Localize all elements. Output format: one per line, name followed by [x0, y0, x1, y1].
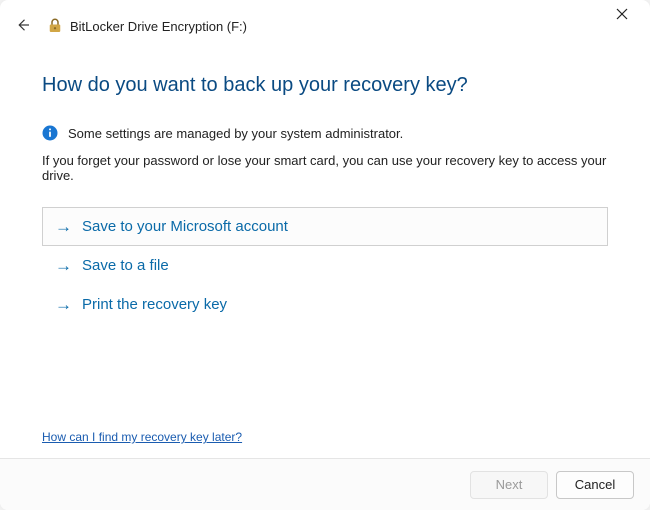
option-label: Save to your Microsoft account: [82, 218, 288, 235]
next-button[interactable]: Next: [470, 471, 548, 499]
admin-notice: Some settings are managed by your system…: [42, 125, 608, 141]
option-save-microsoft-account[interactable]: → Save to your Microsoft account: [42, 207, 608, 246]
info-icon: [42, 125, 58, 141]
recovery-options-list: → Save to your Microsoft account → Save …: [42, 207, 608, 324]
arrow-right-icon: →: [55, 257, 72, 274]
bitlocker-icon: [46, 17, 64, 35]
arrow-right-icon: →: [55, 218, 72, 235]
title-bar: BitLocker Drive Encryption (F:): [0, 0, 650, 46]
window-title: BitLocker Drive Encryption (F:): [70, 19, 247, 34]
option-label: Save to a file: [82, 257, 169, 274]
cancel-button[interactable]: Cancel: [556, 471, 634, 499]
description-text: If you forget your password or lose your…: [42, 153, 608, 183]
help-link-find-key[interactable]: How can I find my recovery key later?: [42, 430, 242, 444]
arrow-right-icon: →: [55, 296, 72, 313]
admin-notice-text: Some settings are managed by your system…: [68, 126, 403, 141]
content-area: How do you want to back up your recovery…: [0, 46, 650, 458]
footer-bar: Next Cancel: [0, 458, 650, 510]
page-heading: How do you want to back up your recovery…: [42, 74, 608, 97]
back-button[interactable]: [14, 16, 32, 37]
bitlocker-wizard-window: BitLocker Drive Encryption (F:) How do y…: [0, 0, 650, 510]
option-print-recovery-key[interactable]: → Print the recovery key: [42, 285, 608, 324]
option-label: Print the recovery key: [82, 296, 227, 313]
close-button[interactable]: [610, 6, 634, 25]
option-save-to-file[interactable]: → Save to a file: [42, 246, 608, 285]
